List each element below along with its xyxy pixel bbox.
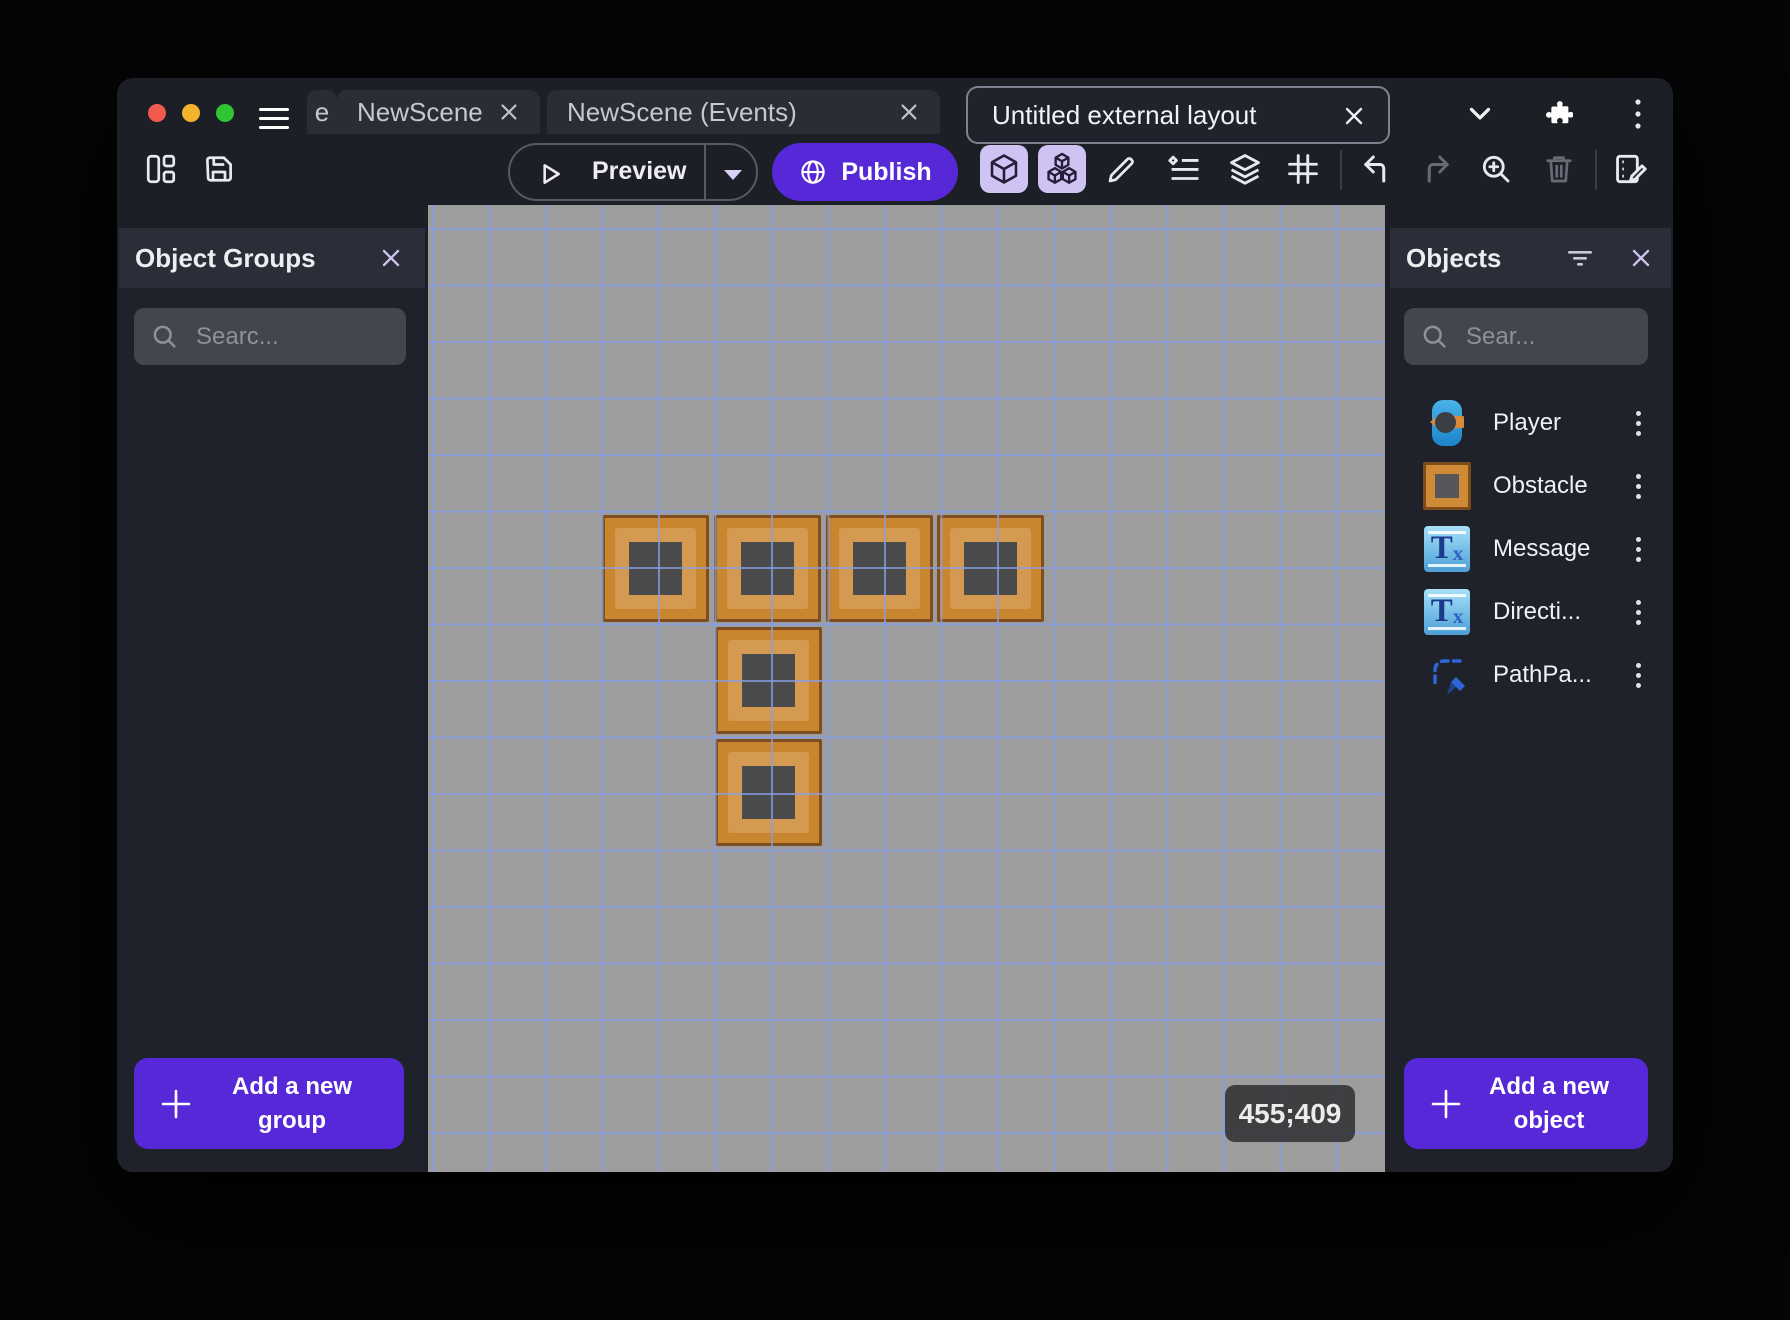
desktop: { "titlebar": { "tabs": [ {"label": "e"}… — [0, 0, 1790, 1320]
obstacle-sprite-icon — [1423, 461, 1471, 510]
grid-icon[interactable] — [1281, 147, 1325, 191]
obstacle-instance[interactable] — [714, 515, 821, 622]
object-options-kebab-icon[interactable] — [1631, 594, 1645, 630]
object-groups-title: Object Groups — [135, 242, 316, 273]
objects-search — [1404, 308, 1648, 365]
window-zoom-button[interactable] — [216, 104, 234, 122]
toolbar-divider — [1595, 150, 1597, 190]
preview-dropdown-caret-icon[interactable] — [720, 167, 746, 183]
tab-newscene-events[interactable]: NewScene (Events) — [547, 90, 940, 134]
zoom-in-icon[interactable] — [1474, 147, 1518, 191]
publish-label: Publish — [841, 157, 932, 186]
window-minimize-button[interactable] — [182, 104, 200, 122]
object-name: Player — [1493, 408, 1562, 436]
object-options-kebab-icon[interactable] — [1631, 531, 1645, 567]
object-groups-panel: Object Groups Add a new group — [119, 228, 425, 1172]
obstacle-instance[interactable] — [826, 515, 933, 622]
object-options-kebab-icon[interactable] — [1631, 468, 1645, 504]
tab-label: NewScene — [357, 96, 483, 127]
add-group-label: Add a new group — [231, 1072, 352, 1134]
path-paint-icon — [1423, 651, 1471, 699]
player-sprite-icon — [1423, 399, 1471, 447]
preview-split-divider — [704, 145, 706, 199]
layers-icon[interactable] — [1223, 147, 1267, 191]
search-input[interactable] — [1464, 321, 1632, 352]
filter-icon[interactable] — [1567, 246, 1593, 270]
undo-icon[interactable] — [1355, 147, 1399, 191]
obstacle-instance[interactable] — [602, 515, 709, 622]
toggle-panels-layout-icon[interactable] — [139, 147, 183, 191]
object-item-obstacle[interactable]: Obstacle — [1390, 454, 1671, 517]
tab-label: NewScene (Events) — [567, 96, 797, 127]
preview-label: Preview — [592, 157, 687, 185]
object-item-directions[interactable]: Tx Directi... — [1390, 580, 1671, 643]
objects-panel: Objects Sear... Player Obstacle T x Mess… — [1390, 228, 1671, 1172]
plus-icon — [1428, 1086, 1464, 1122]
object-options-kebab-icon[interactable] — [1631, 657, 1645, 693]
objects-list: Player Obstacle Tx Message Tx Directi...… — [1390, 391, 1671, 706]
tab-close-icon[interactable] — [1342, 104, 1364, 126]
objects-panel-toggle-cube-icon[interactable] — [980, 145, 1028, 193]
search-icon — [150, 322, 180, 352]
extensions-puzzle-icon[interactable] — [1543, 98, 1573, 128]
obstacle-instance[interactable] — [715, 739, 822, 846]
preview-button[interactable]: Preview — [508, 143, 758, 201]
more-options-kebab-icon[interactable] — [1631, 95, 1645, 133]
editor-window: e NewScene NewScene (Events) Untitled ex… — [117, 78, 1673, 1172]
toolbar-divider — [1340, 150, 1342, 190]
toolbar: Preview Publish — [117, 134, 1673, 205]
publish-button[interactable]: Publish — [772, 143, 958, 201]
cursor-coordinates-badge: 455;409 — [1225, 1085, 1355, 1142]
play-icon — [534, 158, 566, 190]
object-item-message[interactable]: Tx Message — [1390, 517, 1671, 580]
instances-layer — [428, 205, 1385, 1172]
add-object-button[interactable]: Add a new object — [1404, 1058, 1648, 1149]
object-name: Message — [1493, 534, 1591, 562]
save-icon[interactable] — [197, 147, 241, 191]
object-name: PathPa... — [1493, 660, 1592, 688]
object-name: Obstacle — [1493, 471, 1588, 499]
tab-close-icon[interactable] — [498, 101, 520, 123]
objects-header: Objects — [1390, 228, 1671, 288]
globe-icon — [798, 157, 828, 187]
add-object-label: Add a new object — [1488, 1072, 1609, 1134]
obstacle-instance[interactable] — [937, 515, 1044, 622]
plus-icon — [158, 1086, 194, 1122]
text-object-icon: Tx — [1423, 525, 1471, 573]
search-icon — [1420, 322, 1450, 352]
search-input[interactable] — [194, 321, 390, 352]
redo-icon[interactable] — [1414, 147, 1458, 191]
edit-scene-properties-icon[interactable] — [1609, 147, 1653, 191]
tab-newscene[interactable]: NewScene — [337, 90, 540, 134]
window-close-button[interactable] — [148, 104, 166, 122]
tab-clipped[interactable]: e — [307, 90, 337, 134]
delete-trash-icon[interactable] — [1537, 147, 1581, 191]
titlebar: e NewScene NewScene (Events) Untitled ex… — [117, 78, 1673, 144]
edit-pencil-icon[interactable] — [1100, 147, 1144, 191]
chevron-down-icon[interactable] — [1463, 96, 1497, 130]
close-icon[interactable] — [379, 246, 403, 270]
tab-label: Untitled external layout — [992, 99, 1257, 130]
object-groups-search — [134, 308, 406, 365]
object-item-player[interactable]: Player — [1390, 391, 1671, 454]
object-name: Directi... — [1493, 597, 1582, 625]
tab-label: e — [314, 96, 330, 127]
close-icon[interactable] — [1629, 246, 1653, 270]
add-group-button[interactable]: Add a new group — [134, 1058, 404, 1149]
text-object-icon: Tx — [1423, 588, 1471, 636]
object-options-kebab-icon[interactable] — [1631, 405, 1645, 441]
object-groups-header: Object Groups — [119, 228, 425, 288]
instances-list-icon[interactable] — [1163, 147, 1207, 191]
tab-untitled-external-layout[interactable]: Untitled external layout — [966, 86, 1390, 144]
instances-panel-toggle-cubes-icon[interactable] — [1038, 145, 1086, 193]
main-menu-icon[interactable] — [259, 108, 289, 130]
obstacle-instance[interactable] — [715, 627, 822, 734]
scene-canvas[interactable]: 455;409 — [428, 205, 1385, 1172]
objects-title: Objects — [1406, 242, 1502, 273]
tab-close-icon[interactable] — [898, 101, 920, 123]
object-item-pathpaint[interactable]: PathPa... — [1390, 643, 1671, 706]
